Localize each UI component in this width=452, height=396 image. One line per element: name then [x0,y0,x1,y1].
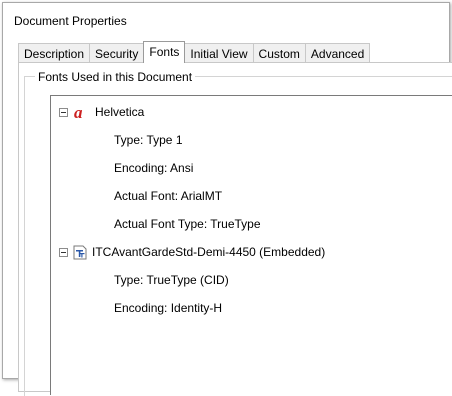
actual-font: Actual Font: ArialMT [114,189,223,203]
dialog-title: Document Properties [14,14,127,28]
font-name: Helvetica [95,105,145,119]
font-node-helvetica[interactable]: a Helvetica [59,104,144,120]
truetype-font-icon [73,245,87,260]
collapse-toggle-icon[interactable] [59,107,68,117]
font-name: ITCAvantGardeStd-Demi-4450 (Embedded) [92,245,326,259]
font-node-itcavantgarde[interactable]: ITCAvantGardeStd-Demi-4450 (Embedded) [59,244,325,260]
tab-bar: Description Security Fonts Initial View … [18,41,371,63]
font-type: Type: TrueType (CID) [114,273,229,287]
type1-font-icon: a [73,104,91,120]
tab-security[interactable]: Security [89,43,145,63]
collapse-toggle-icon[interactable] [59,247,68,257]
tab-fonts[interactable]: Fonts [143,41,186,63]
tab-description[interactable]: Description [18,43,91,63]
tab-custom[interactable]: Custom [252,43,306,63]
fonts-group-label: Fonts Used in this Document [35,70,196,84]
font-encoding: Encoding: Ansi [114,161,194,175]
svg-text:a: a [74,104,83,120]
font-type: Type: Type 1 [114,133,183,147]
font-encoding: Encoding: Identity-H [114,301,223,315]
tab-initial-view[interactable]: Initial View [184,43,254,63]
tab-advanced[interactable]: Advanced [304,43,371,63]
actual-font-type: Actual Font Type: TrueType [114,217,261,231]
